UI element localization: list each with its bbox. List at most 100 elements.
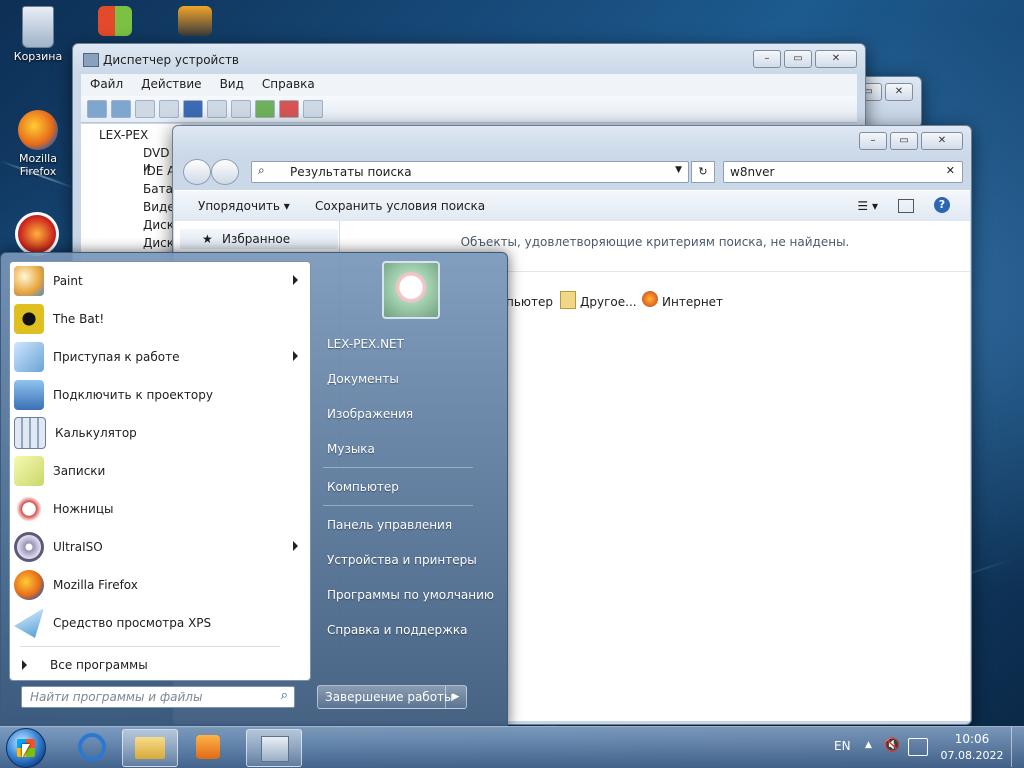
maximize-button[interactable]: ▭	[784, 50, 812, 68]
start-search-input[interactable]: Найти программы и файлы ⌕	[21, 686, 295, 708]
taskbar-ie-button[interactable]	[66, 729, 120, 765]
maximize-button[interactable]: ▭	[890, 132, 918, 150]
taskbar-device-manager-button[interactable]	[246, 729, 302, 767]
recycle-bin-icon	[22, 6, 54, 48]
menu-view[interactable]: Вид	[211, 74, 253, 96]
shutdown-button[interactable]: Завершение работы ▶	[317, 685, 467, 709]
desktop-icon-app[interactable]	[90, 6, 140, 38]
clock-date[interactable]: 07.08.2022	[936, 749, 1008, 762]
back-icon[interactable]	[87, 100, 107, 118]
clock-time[interactable]: 10:06	[940, 732, 1004, 746]
program-snipping-tool[interactable]: Ножницы	[10, 490, 310, 528]
refresh-button[interactable]: ↻	[691, 161, 715, 183]
menu-file[interactable]: Файл	[81, 74, 132, 96]
mouse-cursor-icon	[22, 744, 30, 758]
scan-hardware-icon[interactable]	[231, 100, 251, 118]
program-ultraiso[interactable]: UltraISO	[10, 528, 310, 566]
command-bar: Упорядочить ▾ Сохранить условия поиска ☰…	[174, 190, 970, 222]
program-firefox[interactable]: Mozilla Firefox	[10, 566, 310, 604]
separator	[323, 467, 473, 468]
preview-pane-icon[interactable]	[898, 199, 914, 213]
winamp-icon	[178, 6, 212, 36]
submenu-arrow-icon[interactable]	[293, 275, 298, 285]
forward-button[interactable]	[211, 159, 239, 185]
paint-icon	[14, 266, 44, 296]
close-button[interactable]: ✕	[885, 83, 913, 101]
program-the-bat[interactable]: The Bat!	[10, 300, 310, 338]
enable-device-icon[interactable]	[303, 100, 323, 118]
start-menu-programs-panel: Paint The Bat! Приступая к работе Подклю…	[9, 261, 311, 681]
program-calculator[interactable]: Калькулятор	[10, 414, 310, 452]
clear-search-icon[interactable]: ✕	[946, 164, 955, 177]
other-icon	[560, 291, 576, 309]
chevron-down-icon[interactable]: ▼	[675, 165, 682, 175]
menu-help[interactable]: Справка	[253, 74, 324, 96]
search-again-internet[interactable]: Интернет	[662, 295, 723, 309]
user-avatar[interactable]	[382, 261, 440, 319]
menu-user-folder[interactable]: LEX-PEX.NET	[327, 337, 404, 351]
uninstall-icon[interactable]	[279, 100, 299, 118]
submenu-arrow-icon[interactable]	[293, 351, 298, 361]
menu-control-panel[interactable]: Панель управления	[327, 518, 452, 532]
xps-viewer-icon	[14, 608, 44, 638]
search-again-computer[interactable]: пьютер	[506, 295, 553, 309]
program-label: UltraISO	[53, 540, 103, 554]
program-xps-viewer[interactable]: Средство просмотра XPS	[10, 604, 310, 642]
network-icon[interactable]	[908, 738, 928, 756]
desktop-icon-label: Корзина	[13, 50, 63, 63]
menu-default-programs[interactable]: Программы по умолчанию	[327, 588, 494, 602]
minimize-button[interactable]: –	[859, 132, 887, 150]
all-programs-button[interactable]: Все программы	[10, 652, 310, 678]
favorites-item[interactable]: ★ Избранное	[180, 229, 338, 249]
minimize-button[interactable]: –	[753, 50, 781, 68]
menu-music[interactable]: Музыка	[327, 442, 375, 456]
program-paint[interactable]: Paint	[10, 262, 310, 300]
desktop-icon-recycle-bin[interactable]: Корзина	[6, 6, 70, 63]
taskbar-media-button[interactable]	[182, 729, 236, 765]
shutdown-options-icon[interactable]: ▶	[445, 686, 466, 708]
help-icon[interactable]: ?	[934, 197, 950, 213]
desktop-icon-app[interactable]	[170, 6, 220, 38]
program-connect-projector[interactable]: Подключить к проектору	[10, 376, 310, 414]
menu-documents[interactable]: Документы	[327, 372, 399, 386]
taskbar-explorer-button[interactable]	[122, 729, 178, 767]
search-input[interactable]: w8nver ✕	[723, 161, 963, 183]
volume-muted-icon[interactable]: 🔇	[884, 738, 900, 754]
arrow-right-icon	[22, 660, 27, 670]
menu-pictures[interactable]: Изображения	[327, 407, 413, 421]
program-getting-started[interactable]: Приступая к работе	[10, 338, 310, 376]
save-search-button[interactable]: Сохранить условия поиска	[315, 199, 485, 213]
forward-icon[interactable]	[111, 100, 131, 118]
properties-icon[interactable]	[159, 100, 179, 118]
view-options-icon[interactable]: ☰ ▾	[857, 199, 878, 213]
desktop-icon-firefox[interactable]: Mozilla Firefox	[6, 110, 70, 178]
menu-devices-printers[interactable]: Устройства и принтеры	[327, 553, 477, 567]
no-results-message: Объекты, удовлетворяющие критериям поиск…	[460, 235, 850, 249]
ultraiso-icon	[14, 532, 44, 562]
device-manager-icon	[83, 53, 99, 67]
search-value: w8nver	[730, 165, 775, 179]
close-button[interactable]: ✕	[921, 132, 963, 150]
media-player-icon	[196, 735, 220, 759]
language-indicator[interactable]: EN	[834, 739, 851, 753]
close-button[interactable]: ✕	[815, 50, 857, 68]
firefox-icon	[18, 110, 58, 150]
back-button[interactable]	[183, 159, 211, 185]
view-icon[interactable]	[135, 100, 155, 118]
show-hidden-icons[interactable]: ▲	[865, 740, 872, 750]
menu-help-support[interactable]: Справка и поддержка	[327, 623, 468, 637]
show-desktop-button[interactable]	[1011, 727, 1024, 767]
menu-action[interactable]: Действие	[132, 74, 210, 96]
search-again-other[interactable]: Другое...	[580, 295, 637, 309]
submenu-arrow-icon[interactable]	[293, 541, 298, 551]
update-driver-icon[interactable]	[255, 100, 275, 118]
all-programs-label: Все программы	[50, 658, 148, 672]
help-icon[interactable]	[183, 100, 203, 118]
program-sticky-notes[interactable]: Записки	[10, 452, 310, 490]
tree-root[interactable]: LEX-PEX	[99, 128, 148, 142]
menu-computer[interactable]: Компьютер	[327, 480, 399, 494]
address-bar[interactable]: ⌕ Результаты поиска ▼	[251, 161, 689, 183]
tree-item[interactable]: IDE A	[143, 164, 175, 178]
organize-button[interactable]: Упорядочить ▾	[198, 199, 290, 213]
details-icon[interactable]	[207, 100, 227, 118]
